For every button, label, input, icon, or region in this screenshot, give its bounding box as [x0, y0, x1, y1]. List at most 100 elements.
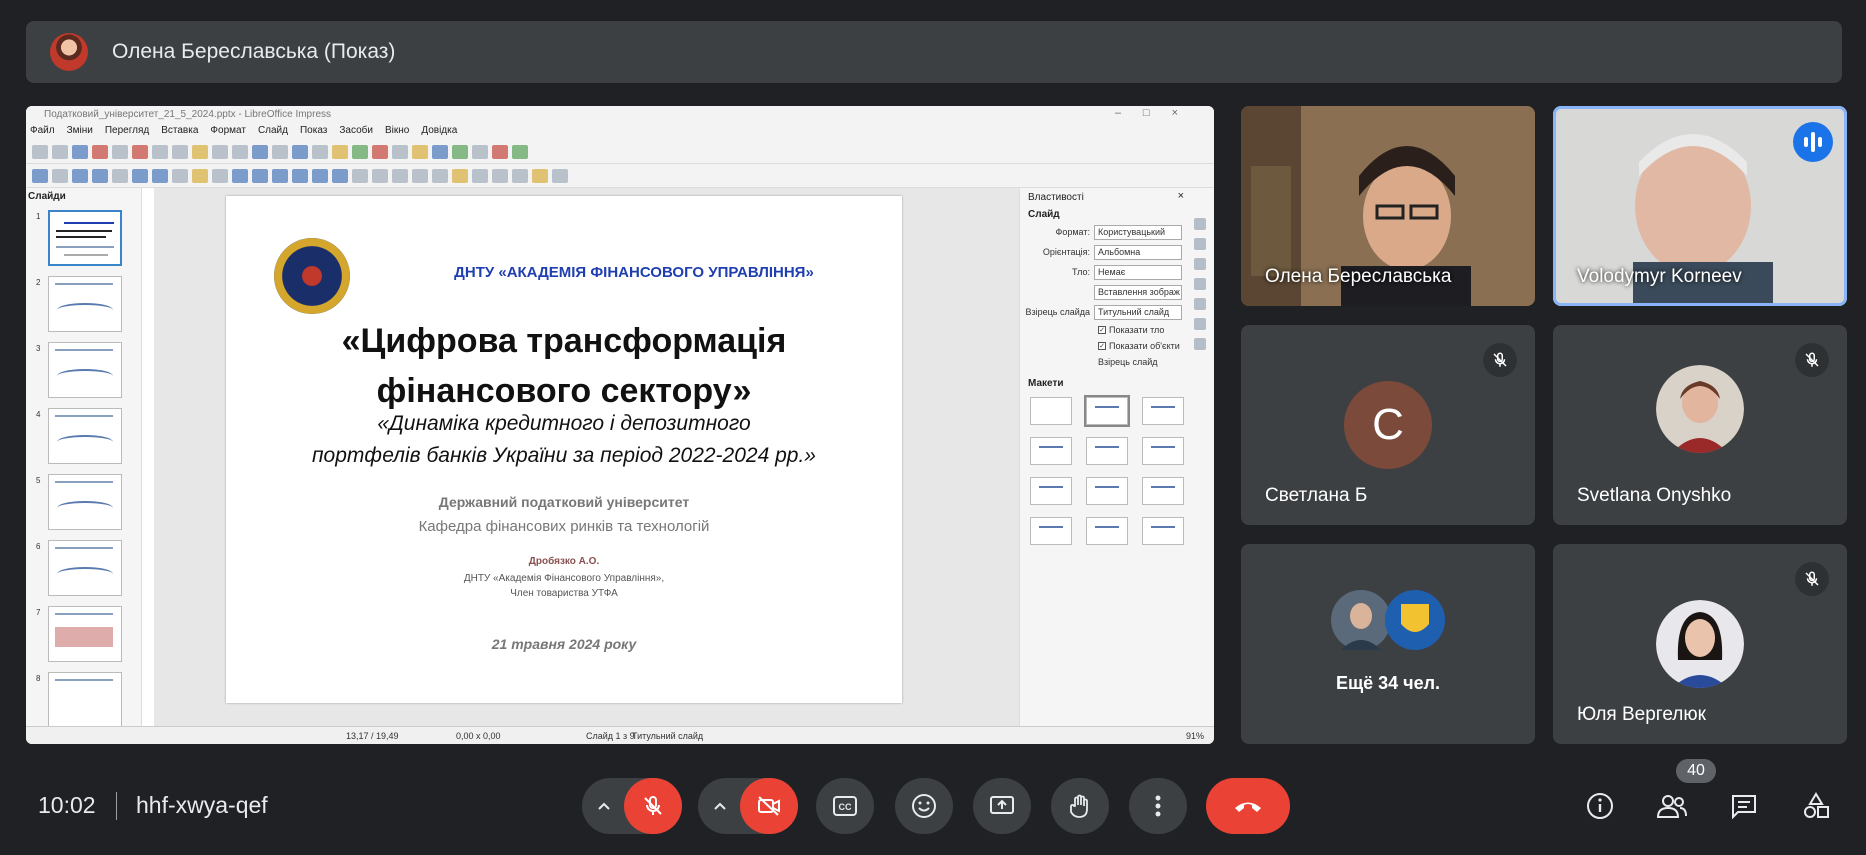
more-participants-tile[interactable]: Ещё 34 чел. [1241, 544, 1535, 744]
select-icon[interactable] [32, 168, 48, 183]
animation-deck-icon[interactable] [1194, 258, 1206, 270]
captions-button[interactable]: CC [816, 778, 874, 834]
layout-2content-title[interactable] [1030, 477, 1072, 505]
menu-window[interactable]: Вікно [385, 125, 409, 137]
slide-thumbnail[interactable]: 5 [26, 474, 142, 534]
filter-icon[interactable] [492, 168, 508, 183]
ellipse-icon[interactable] [152, 168, 168, 183]
display-views-icon[interactable] [292, 144, 308, 159]
connector-icon[interactable] [212, 168, 228, 183]
align-icon[interactable] [392, 168, 408, 183]
layout-title-only[interactable] [1086, 437, 1128, 465]
master-select[interactable]: Титульний слайд [1094, 304, 1182, 320]
flowchart-icon[interactable] [292, 168, 308, 183]
meeting-details-button[interactable] [1584, 790, 1616, 822]
fontwork-icon[interactable] [412, 144, 428, 159]
layout-content-2[interactable] [1086, 477, 1128, 505]
stars-icon[interactable] [332, 168, 348, 183]
present-button[interactable] [973, 778, 1031, 834]
raise-hand-button[interactable] [1051, 778, 1109, 834]
master-slide-button[interactable]: Взірець слайд [1098, 354, 1214, 370]
rectangle-icon[interactable] [132, 168, 148, 183]
print-icon[interactable] [112, 144, 128, 159]
background-select[interactable]: Немає [1094, 264, 1182, 280]
layout-title-content[interactable] [1142, 397, 1184, 425]
end-call-button[interactable] [1206, 778, 1290, 834]
section-slide[interactable]: Слайд [1020, 207, 1214, 222]
layout-content-over[interactable] [1142, 477, 1184, 505]
3d-objects-icon[interactable] [352, 168, 368, 183]
slide-thumbnail[interactable]: 6 [26, 540, 142, 600]
layout-4content[interactable] [1030, 517, 1072, 545]
copy-icon[interactable] [152, 144, 168, 159]
participant-tile[interactable]: Олена Береславська [1241, 106, 1535, 306]
new-icon[interactable] [32, 144, 48, 159]
navigator-deck-icon[interactable] [1194, 338, 1206, 350]
redo-icon[interactable] [212, 144, 228, 159]
line-icon[interactable] [112, 168, 128, 183]
arrow-icon[interactable] [172, 168, 188, 183]
properties-deck-icon[interactable] [1194, 218, 1206, 230]
start-show-icon[interactable] [492, 144, 508, 159]
glue-points-icon[interactable] [532, 168, 548, 183]
undo-icon[interactable] [192, 144, 208, 159]
close-icon[interactable]: × [1178, 190, 1184, 202]
callouts-icon[interactable] [312, 168, 328, 183]
new-slide-icon[interactable] [452, 144, 468, 159]
menu-file[interactable]: Файл [30, 125, 55, 137]
slide-thumbnail[interactable]: 7 [26, 606, 142, 666]
layout-vertical[interactable] [1142, 517, 1184, 545]
crop-icon[interactable] [472, 168, 488, 183]
status-zoom[interactable]: 91% [1186, 731, 1204, 741]
slide-thumbnail[interactable]: 8 [26, 672, 142, 732]
slide-thumbnail[interactable]: 2 [26, 276, 142, 336]
chat-button[interactable] [1728, 790, 1760, 822]
transition-deck-icon[interactable] [1194, 238, 1206, 250]
cut-icon[interactable] [132, 144, 148, 159]
participant-tile[interactable]: Юля Вергелюк [1553, 544, 1847, 744]
section-layouts[interactable]: Макети [1020, 376, 1214, 391]
menu-view[interactable]: Перегляд [105, 125, 149, 137]
layout-centered-text[interactable] [1142, 437, 1184, 465]
toggle-extrusion-icon[interactable] [552, 168, 568, 183]
menu-tools[interactable]: Засоби [339, 125, 373, 137]
line-color-icon[interactable] [72, 168, 88, 183]
block-arrows-icon[interactable] [272, 168, 288, 183]
layout-title[interactable] [1084, 395, 1130, 427]
symbol-shapes-icon[interactable] [252, 168, 268, 183]
participant-tile[interactable]: Svetlana Onyshko [1553, 325, 1847, 525]
layout-title-2content[interactable] [1030, 437, 1072, 465]
layout-6content[interactable] [1086, 517, 1128, 545]
participant-tile[interactable]: С Светлана Б [1241, 325, 1535, 525]
slide-canvas[interactable]: ДНТУ «АКАДЕМІЯ ФІНАНСОВОГО УПРАВЛІННЯ» «… [226, 196, 902, 703]
orientation-select[interactable]: Альбомна [1094, 244, 1182, 260]
layout-blank[interactable] [1030, 397, 1072, 425]
chevron-up-icon[interactable] [712, 798, 728, 814]
menu-slide[interactable]: Слайд [258, 125, 288, 137]
table-icon[interactable] [312, 144, 328, 159]
grid-icon[interactable] [272, 144, 288, 159]
mic-toggle-button[interactable] [624, 778, 682, 834]
master-deck-icon[interactable] [1194, 278, 1206, 290]
more-icon[interactable] [512, 144, 528, 159]
format-select[interactable]: Користувацький [1094, 224, 1182, 240]
rotate-icon[interactable] [372, 168, 388, 183]
menu-edit[interactable]: Зміни [67, 125, 93, 137]
slide-layout-icon[interactable] [432, 144, 448, 159]
export-pdf-icon[interactable] [92, 144, 108, 159]
basic-shapes-icon[interactable] [232, 168, 248, 183]
slide-thumbnail[interactable]: 1 [26, 210, 142, 270]
open-icon[interactable] [52, 144, 68, 159]
participant-tile-speaking[interactable]: Volodymyr Korneev [1553, 106, 1847, 306]
shadow-icon[interactable] [452, 168, 468, 183]
chevron-up-icon[interactable] [596, 798, 612, 814]
media-icon[interactable] [372, 144, 388, 159]
menu-format[interactable]: Формат [210, 125, 246, 137]
zoom-icon[interactable] [52, 168, 68, 183]
slide-thumbnail[interactable]: 4 [26, 408, 142, 468]
image-icon[interactable] [332, 144, 348, 159]
find-icon[interactable] [232, 144, 248, 159]
points-icon[interactable] [512, 168, 528, 183]
distribute-icon[interactable] [432, 168, 448, 183]
styles-deck-icon[interactable] [1194, 298, 1206, 310]
